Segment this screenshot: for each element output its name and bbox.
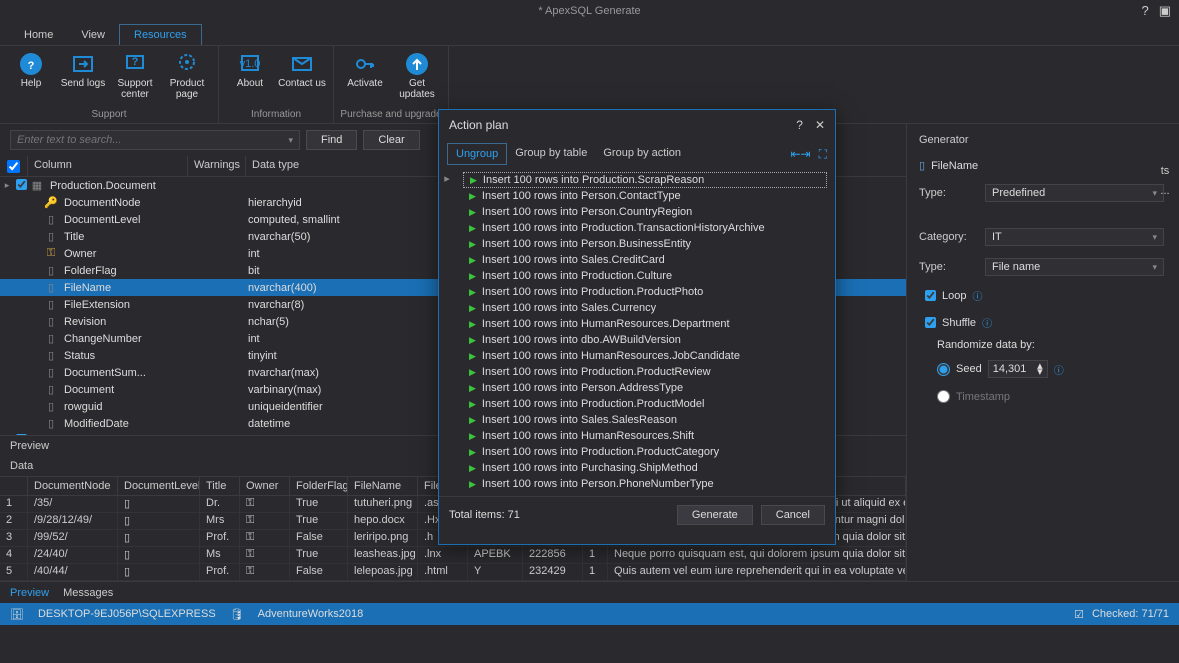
group-by-action-tab[interactable]: Group by action	[595, 143, 689, 165]
type-select[interactable]: Predefined▾	[985, 184, 1164, 202]
overflow-ts: ts	[1155, 165, 1175, 177]
group-support-label: Support	[91, 108, 126, 121]
action-list-item[interactable]: ▶Insert 100 rows into Person.PhoneNumber…	[463, 476, 827, 492]
shuffle-checkbox[interactable]	[925, 317, 936, 328]
action-list-item[interactable]: ▶Insert 100 rows into Production.Product…	[463, 444, 827, 460]
dialog-close-icon[interactable]: ✕	[815, 118, 825, 132]
action-list-item[interactable]: ▶Insert 100 rows into Person.BusinessEnt…	[463, 236, 827, 252]
tab-messages[interactable]: Messages	[63, 587, 113, 599]
cancel-button[interactable]: Cancel	[761, 505, 825, 525]
fullscreen-icon[interactable]: ⛶	[819, 147, 827, 162]
seed-input[interactable]: 14,301▴▾	[988, 360, 1048, 378]
action-list-item[interactable]: ▶Insert 100 rows into Production.Product…	[463, 284, 827, 300]
group-purchase-label: Purchase and upgrade	[340, 108, 441, 121]
find-button[interactable]: Find	[306, 130, 357, 150]
generator-panel: Generator ▯ FileName Type: Predefined▾ Cat…	[906, 124, 1176, 581]
row-indicator-icon: ▸	[439, 168, 455, 496]
info-icon[interactable]: ⓘ	[972, 288, 982, 303]
action-list-item[interactable]: ▶Insert 100 rows into Production.Product…	[463, 364, 827, 380]
total-items: Total items: 71	[449, 509, 520, 521]
maximize-icon[interactable]: ▣	[1159, 3, 1171, 19]
table-row[interactable]: 4/24/40/▯Ms⚿Trueleasheas.jpg.lnxAPEBK222…	[0, 547, 906, 564]
db-icon: 🛢	[230, 608, 244, 621]
productpage-button[interactable]: Product page	[162, 50, 212, 108]
help-icon[interactable]: ?	[1141, 3, 1148, 19]
supportcenter-button[interactable]: ?Support center	[110, 50, 160, 108]
timestamp-radio[interactable]	[937, 390, 950, 403]
action-list-item[interactable]: ▶Insert 100 rows into Sales.SalesReason	[463, 412, 827, 428]
action-list-item[interactable]: ▶Insert 100 rows into Person.ContactType	[463, 188, 827, 204]
seed-radio[interactable]	[937, 363, 950, 376]
svg-text:?: ?	[132, 56, 139, 68]
info-icon[interactable]: ⓘ	[982, 315, 992, 330]
window-title: * ApexSQL Generate	[538, 5, 640, 17]
search-input[interactable]: ▾	[10, 130, 300, 150]
help-button[interactable]: ?Help	[6, 50, 56, 108]
contactus-button[interactable]: Contact us	[277, 50, 327, 108]
ungroup-tab[interactable]: Ungroup	[447, 143, 507, 165]
about-button[interactable]: v1.0About	[225, 50, 275, 108]
loop-checkbox[interactable]	[925, 290, 936, 301]
server-name: DESKTOP-9EJ056P\SQLEXPRESS	[38, 608, 216, 620]
action-plan-dialog: Action plan ? ✕ Ungroup Group by table Gr…	[438, 109, 836, 545]
type2-select[interactable]: File name▾	[985, 258, 1164, 276]
type2-label: Type:	[919, 261, 979, 273]
table-row[interactable]: 5/40/44/▯Prof.⚿Falselelepoas.jpg.htmlY23…	[0, 564, 906, 581]
tab-resources[interactable]: Resources	[119, 24, 202, 45]
tab-view[interactable]: View	[67, 25, 119, 45]
server-icon: 🗄	[10, 608, 24, 621]
getupdates-button[interactable]: Get updates	[392, 50, 442, 108]
category-label: Category:	[919, 231, 979, 243]
generator-field: FileName	[931, 160, 978, 172]
col-column[interactable]: Column	[28, 156, 188, 176]
randomize-label: Randomize data by:	[919, 339, 1164, 351]
col-datatype[interactable]: Data type	[246, 156, 456, 176]
expand-h-icon[interactable]: ⇤⇥	[790, 147, 810, 162]
generate-button[interactable]: Generate	[677, 505, 753, 525]
generator-title: Generator	[919, 134, 1164, 146]
check-all[interactable]	[7, 160, 20, 173]
type-label: Type:	[919, 187, 979, 199]
tab-home[interactable]: Home	[10, 25, 67, 45]
dialog-title: Action plan	[449, 118, 508, 132]
action-list-item[interactable]: ▶Insert 100 rows into Sales.Currency	[463, 300, 827, 316]
bottom-tabs: Preview Messages	[0, 581, 1179, 603]
action-list-item[interactable]: ▶Insert 100 rows into Person.AddressType	[463, 380, 827, 396]
group-info-label: Information	[251, 108, 301, 121]
action-list-item[interactable]: ▶Insert 100 rows into HumanResources.Dep…	[463, 316, 827, 332]
svg-text:?: ?	[28, 60, 35, 72]
action-list-item[interactable]: ▶Insert 100 rows into Sales.CreditCard	[463, 252, 827, 268]
checked-count: Checked: 71/71	[1092, 608, 1169, 620]
tab-preview[interactable]: Preview	[10, 587, 49, 599]
clear-button[interactable]: Clear	[363, 130, 419, 150]
db-name: AdventureWorks2018	[258, 608, 364, 620]
dialog-help-icon[interactable]: ?	[796, 118, 803, 132]
action-list-item[interactable]: ▶Insert 100 rows into Production.ScrapRe…	[463, 172, 827, 188]
overflow-dots[interactable]: ...	[1155, 185, 1175, 197]
action-list[interactable]: ▶Insert 100 rows into Production.ScrapRe…	[463, 172, 827, 492]
titlebar: * ApexSQL Generate ? ▣	[0, 0, 1179, 22]
action-list-item[interactable]: ▶Insert 100 rows into Production.Product…	[463, 396, 827, 412]
svg-text:v1.0: v1.0	[240, 58, 261, 70]
action-list-item[interactable]: ▶Insert 100 rows into Purchasing.ShipMet…	[463, 460, 827, 476]
menubar: Home View Resources	[0, 22, 1179, 46]
action-list-item[interactable]: ▶Insert 100 rows into Person.CountryRegi…	[463, 204, 827, 220]
activate-button[interactable]: Activate	[340, 50, 390, 108]
group-by-table-tab[interactable]: Group by table	[507, 143, 595, 165]
info-icon[interactable]: ⓘ	[1054, 362, 1064, 377]
checked-icon: ☑	[1074, 608, 1084, 621]
field-icon: ▯	[919, 159, 925, 172]
sendlogs-button[interactable]: Send logs	[58, 50, 108, 108]
statusbar: 🗄 DESKTOP-9EJ056P\SQLEXPRESS 🛢 AdventureWo…	[0, 603, 1179, 625]
action-list-item[interactable]: ▶Insert 100 rows into HumanResources.Shi…	[463, 428, 827, 444]
category-select[interactable]: IT▾	[985, 228, 1164, 246]
action-list-item[interactable]: ▶Insert 100 rows into Production.Culture	[463, 268, 827, 284]
action-list-item[interactable]: ▶Insert 100 rows into dbo.AWBuildVersion	[463, 332, 827, 348]
col-warnings[interactable]: Warnings	[188, 156, 246, 176]
action-list-item[interactable]: ▶Insert 100 rows into Production.Transac…	[463, 220, 827, 236]
action-list-item[interactable]: ▶Insert 100 rows into HumanResources.Job…	[463, 348, 827, 364]
